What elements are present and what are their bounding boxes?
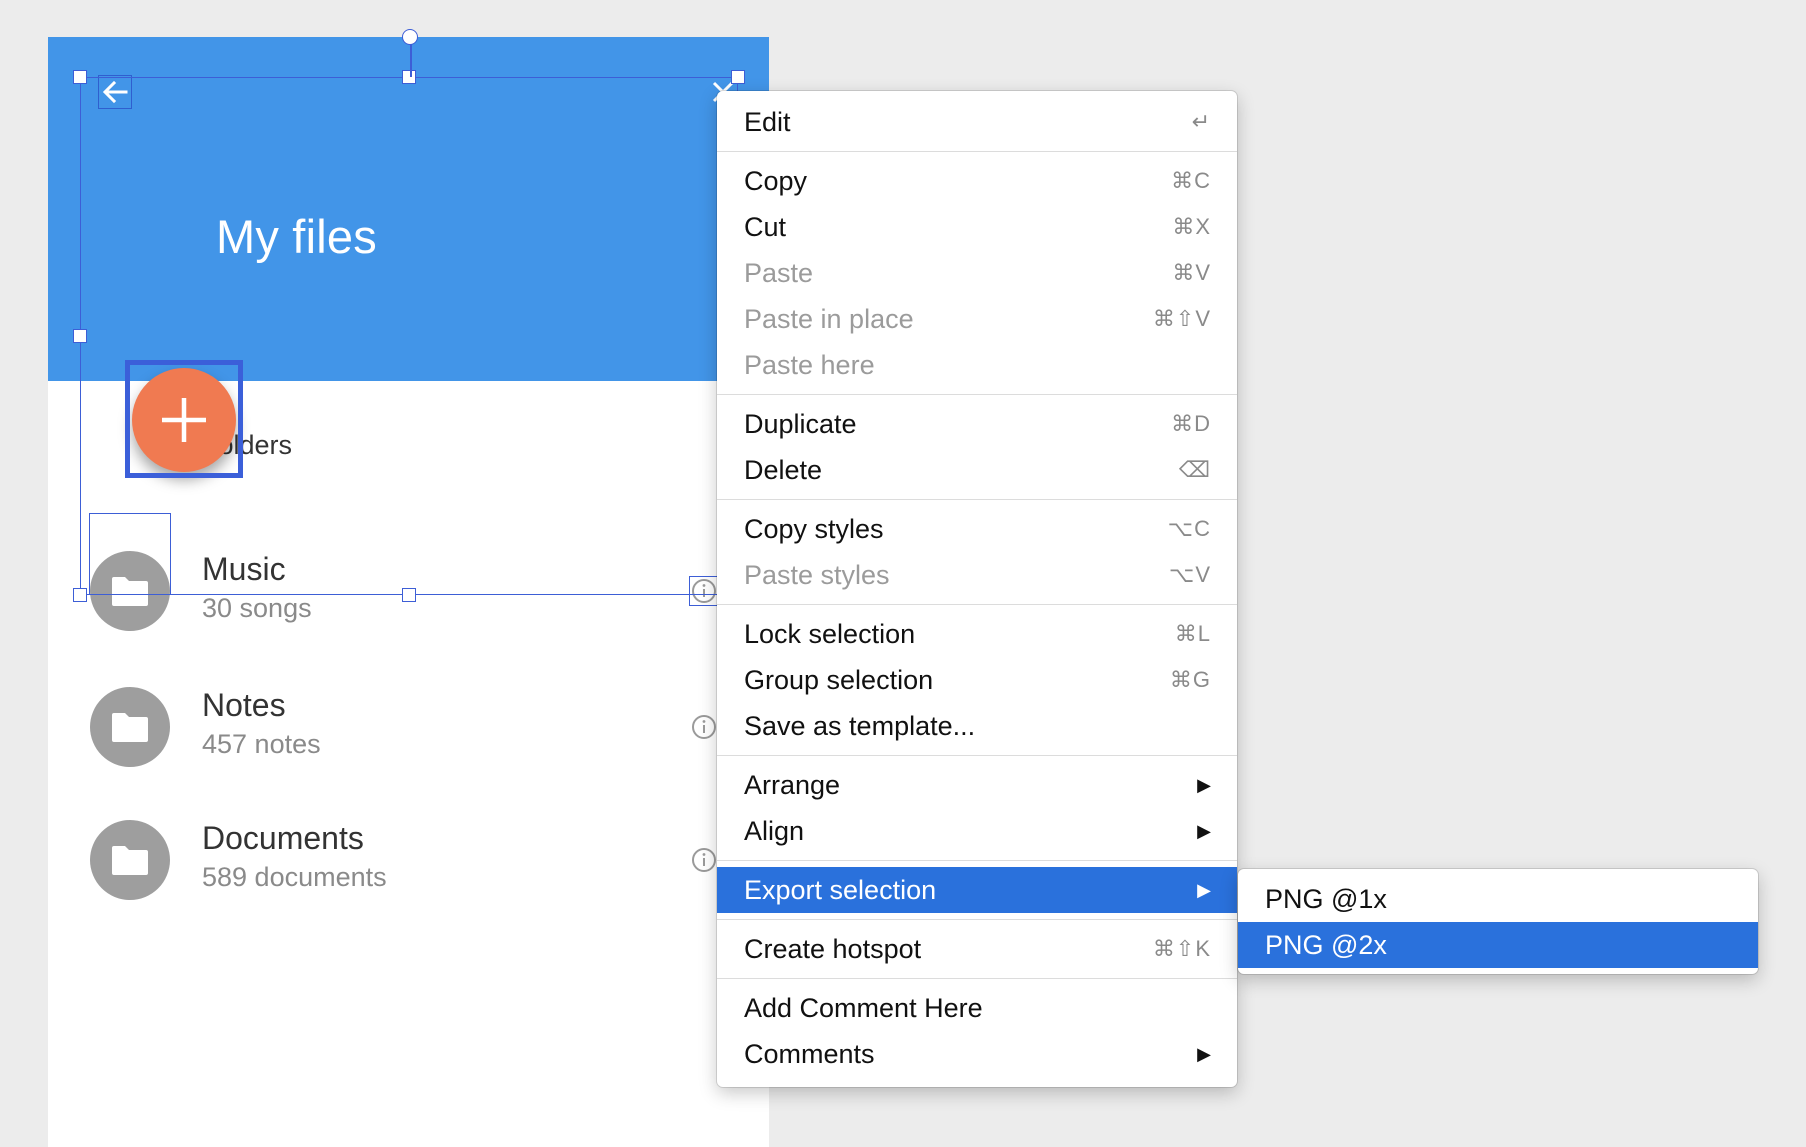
menu-label: Copy — [744, 165, 808, 196]
submenu-arrow-icon: ▶ — [1197, 774, 1211, 795]
menu-item-add-comment-here[interactable]: Add Comment Here — [717, 985, 1237, 1031]
item-title: Music — [202, 551, 286, 587]
menu-label: Align — [744, 815, 805, 846]
menu-label: Create hotspot — [744, 933, 922, 964]
menu-item-copy-styles[interactable]: Copy styles ⌥C — [717, 506, 1237, 552]
menu-item-paste: Paste ⌘V — [717, 250, 1237, 296]
menu-shortcut: ⌥V — [1168, 562, 1211, 587]
menu-label: Lock selection — [744, 618, 916, 649]
menu-shortcut: ⌘D — [1171, 411, 1211, 436]
menu-label: Edit — [744, 106, 791, 137]
menu-label: Copy styles — [744, 513, 884, 544]
menu-shortcut: ⌘X — [1172, 214, 1211, 239]
menu-separator — [717, 394, 1237, 395]
menu-item-group-selection[interactable]: Group selection ⌘G — [717, 657, 1237, 703]
info-icon[interactable] — [689, 576, 719, 606]
menu-separator — [717, 755, 1237, 756]
menu-shortcut: ⌥C — [1167, 516, 1211, 541]
menu-item-save-as-template[interactable]: Save as template... — [717, 703, 1237, 749]
app-bar[interactable]: My files — [48, 37, 769, 381]
folder-icon — [112, 713, 148, 742]
menu-label: PNG @2x — [1265, 929, 1387, 960]
back-button[interactable] — [98, 75, 132, 109]
folder-icon — [112, 846, 148, 875]
submenu-arrow-icon: ▶ — [1197, 820, 1211, 841]
rotation-handle-line — [410, 44, 412, 77]
info-icon[interactable] — [690, 846, 718, 874]
submenu-item-png-2x[interactable]: PNG @2x — [1238, 922, 1758, 968]
list-item-notes[interactable]: Notes 457 notes — [48, 687, 769, 797]
folder-avatar — [90, 687, 170, 767]
arrow-left-icon — [102, 80, 128, 104]
menu-label: Add Comment Here — [744, 992, 983, 1023]
menu-item-paste-styles: Paste styles ⌥V — [717, 552, 1237, 598]
item-subtitle: 457 notes — [202, 729, 321, 759]
menu-shortcut: ⌘V — [1172, 260, 1211, 285]
menu-label: Export selection — [744, 874, 937, 905]
menu-item-paste-in-place: Paste in place ⌘⇧V — [717, 296, 1237, 342]
menu-item-create-hotspot[interactable]: Create hotspot ⌘⇧K — [717, 926, 1237, 972]
menu-label: Comments — [744, 1038, 875, 1069]
menu-item-delete[interactable]: Delete ⌫ — [717, 447, 1237, 493]
menu-shortcut: ⌘C — [1171, 168, 1211, 193]
menu-label: Paste here — [744, 349, 875, 380]
menu-label: Cut — [744, 211, 787, 242]
item-subtitle: 589 documents — [202, 862, 387, 892]
menu-item-edit[interactable]: Edit ↵ — [717, 99, 1237, 145]
menu-label: Duplicate — [744, 408, 857, 439]
menu-item-duplicate[interactable]: Duplicate ⌘D — [717, 401, 1237, 447]
menu-shortcut: ⌘L — [1174, 621, 1211, 646]
context-menu[interactable]: Edit ↵ Copy ⌘C Cut ⌘X Paste ⌘V Paste in plac… — [717, 91, 1237, 1087]
menu-shortcut: ⌘⇧K — [1152, 936, 1211, 961]
item-title: Documents — [202, 820, 364, 856]
submenu-arrow-icon: ▶ — [1197, 1043, 1211, 1064]
rotation-handle[interactable] — [402, 29, 418, 45]
phone-artboard[interactable]: My files Folders Music 30 songs Notes 45… — [48, 37, 769, 1147]
menu-label: Paste — [744, 257, 814, 288]
menu-label: Arrange — [744, 769, 841, 800]
menu-label: Group selection — [744, 664, 934, 695]
menu-label: PNG @1x — [1265, 883, 1387, 914]
menu-item-lock-selection[interactable]: Lock selection ⌘L — [717, 611, 1237, 657]
return-key-icon: ↵ — [1191, 109, 1211, 134]
item-subtitle: 30 songs — [202, 593, 312, 623]
menu-shortcut: ⌘G — [1169, 667, 1211, 692]
menu-item-align[interactable]: Align ▶ — [717, 808, 1237, 854]
list-item-documents[interactable]: Documents 589 documents — [48, 820, 769, 930]
menu-shortcut: ⌘⇧V — [1152, 306, 1211, 331]
folder-avatar — [90, 551, 170, 631]
menu-separator — [717, 860, 1237, 861]
menu-label: Paste styles — [744, 559, 890, 590]
menu-item-cut[interactable]: Cut ⌘X — [717, 204, 1237, 250]
menu-item-arrange[interactable]: Arrange ▶ — [717, 762, 1237, 808]
info-icon[interactable] — [690, 713, 718, 741]
menu-item-paste-here: Paste here — [717, 342, 1237, 388]
menu-label: Paste in place — [744, 303, 914, 334]
list-item-music[interactable]: Music 30 songs — [48, 551, 769, 661]
submenu-arrow-icon: ▶ — [1197, 879, 1211, 900]
menu-label: Save as template... — [744, 710, 976, 741]
folder-icon — [112, 577, 148, 606]
item-title: Notes — [202, 687, 286, 723]
page-title: My files — [216, 210, 377, 263]
menu-separator — [717, 151, 1237, 152]
menu-separator — [717, 919, 1237, 920]
submenu-item-png-1x[interactable]: PNG @1x — [1238, 876, 1758, 922]
menu-item-export-selection[interactable]: Export selection ▶ — [717, 867, 1237, 913]
menu-separator — [717, 604, 1237, 605]
menu-separator — [717, 499, 1237, 500]
menu-item-copy[interactable]: Copy ⌘C — [717, 158, 1237, 204]
menu-item-comments[interactable]: Comments ▶ — [717, 1031, 1237, 1077]
menu-separator — [717, 978, 1237, 979]
fab-selection-outline — [125, 360, 243, 478]
menu-label: Delete — [744, 454, 823, 485]
backspace-key-icon: ⌫ — [1178, 457, 1211, 482]
folder-avatar — [90, 820, 170, 900]
export-submenu[interactable]: PNG @1x PNG @2x — [1238, 869, 1758, 974]
